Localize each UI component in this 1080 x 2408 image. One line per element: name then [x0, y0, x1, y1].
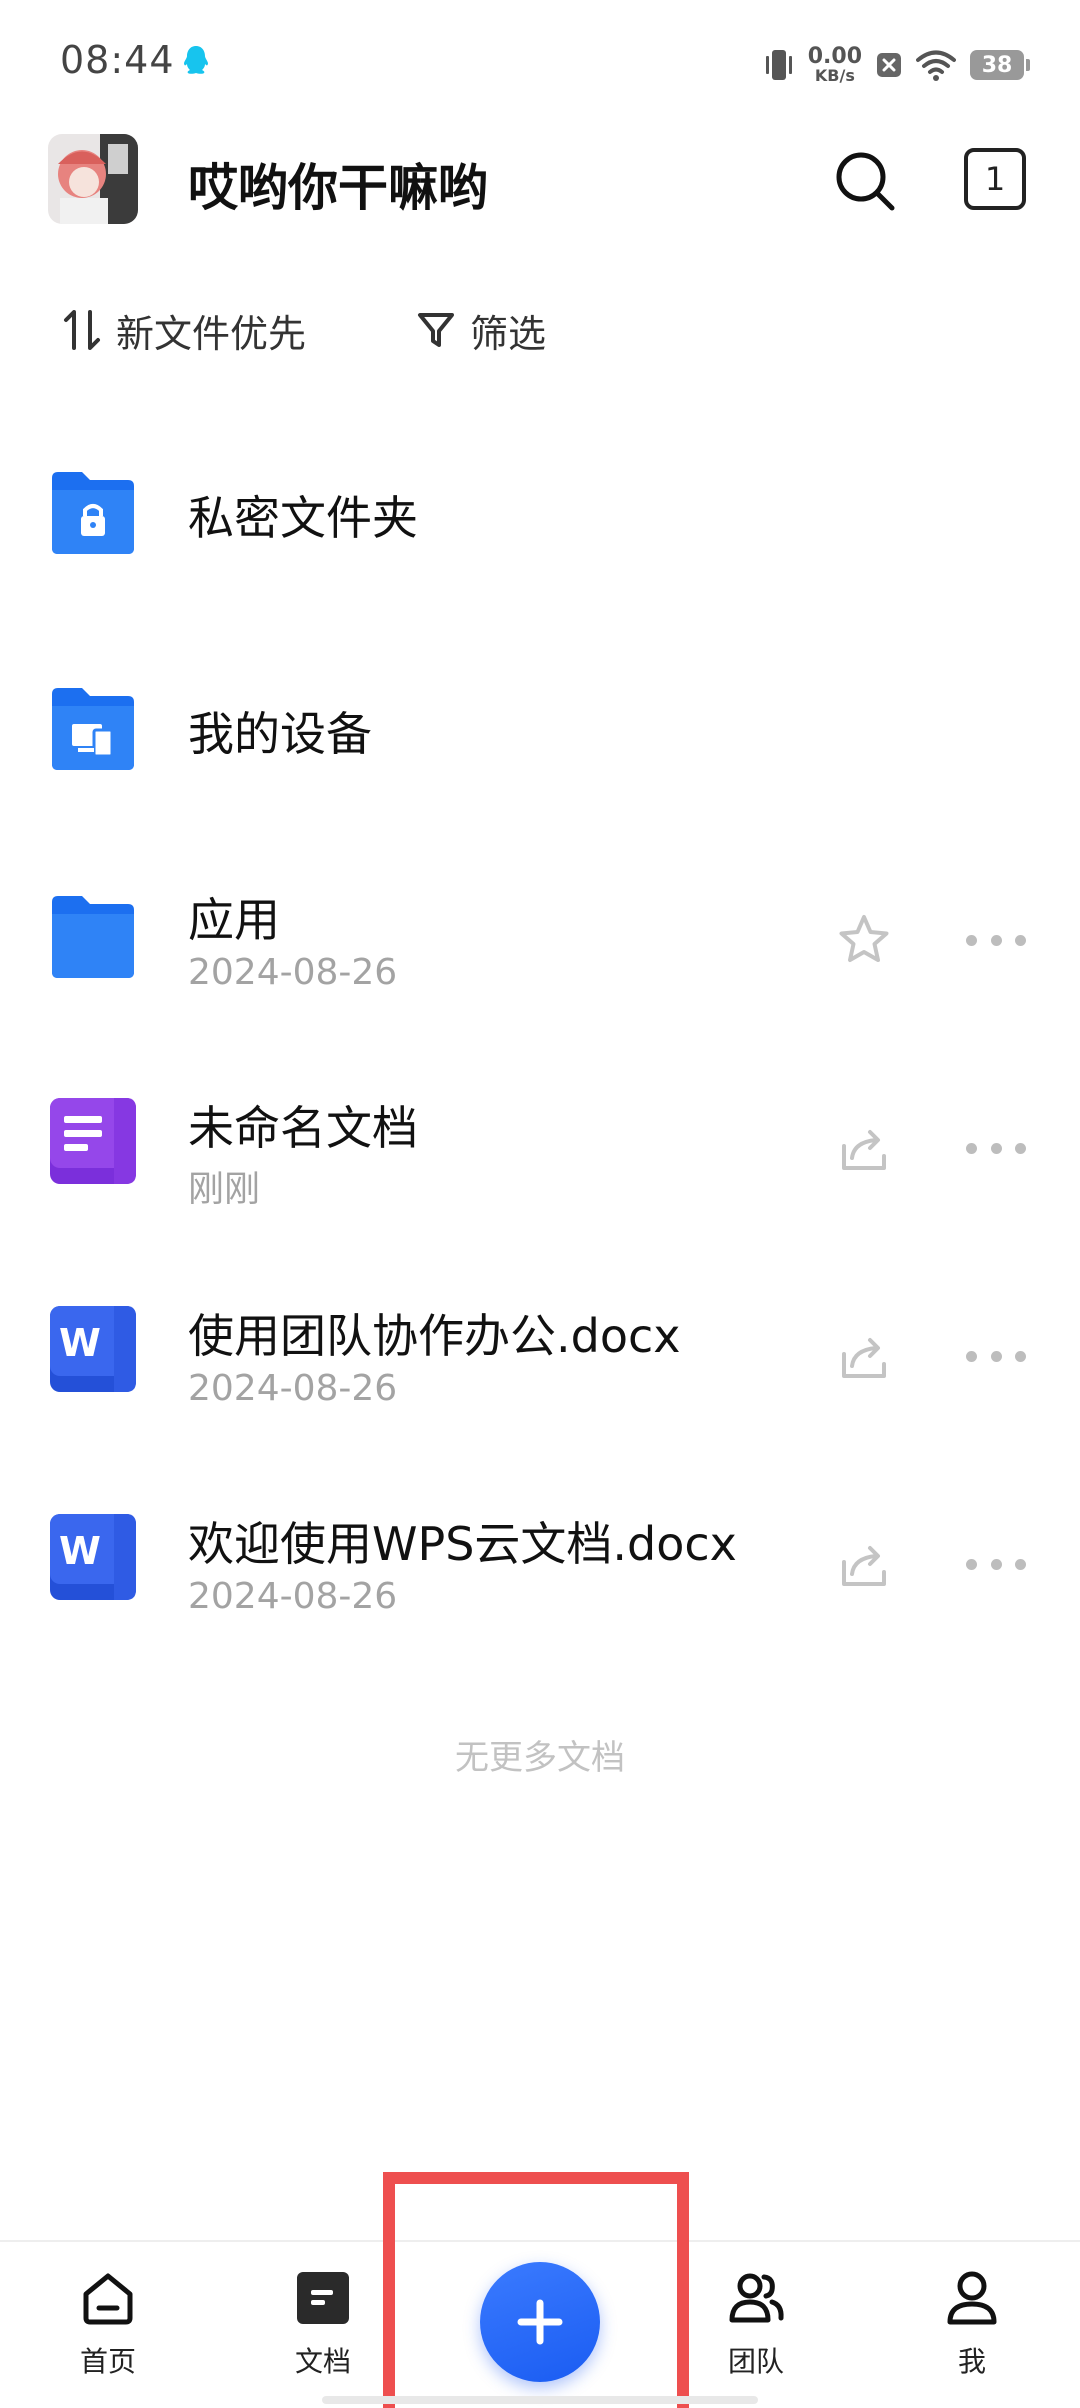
more-options-icon[interactable]: [966, 1554, 1026, 1574]
file-date: 刚刚: [188, 1169, 261, 1210]
file-name: 欢迎使用WPS云文档.docx: [188, 1517, 737, 1571]
list-item[interactable]: 私密文件夹: [0, 432, 1080, 592]
device-folder-icon: [52, 688, 134, 770]
list-item[interactable]: W 使用团队协作办公.docx 2024-08-26: [0, 1272, 1080, 1432]
folder-icon: [52, 896, 134, 978]
wifi-icon: [916, 50, 956, 81]
filter-label: 筛选: [470, 311, 547, 356]
filter-icon: [418, 313, 454, 347]
nav-documents[interactable]: 文档: [253, 2268, 393, 2398]
file-name: 使用团队协作办公.docx: [188, 1309, 681, 1363]
person-icon: [947, 2271, 997, 2325]
search-icon[interactable]: [832, 148, 898, 214]
sort-button[interactable]: 新文件优先: [62, 300, 306, 360]
share-icon[interactable]: [836, 1328, 892, 1384]
more-options-icon[interactable]: [966, 1346, 1026, 1366]
private-folder-icon: [52, 472, 134, 554]
end-of-list-hint: 无更多文档: [455, 1738, 625, 1778]
filter-button[interactable]: 筛选: [416, 300, 546, 360]
battery-icon: 38: [970, 50, 1030, 80]
net-speed-value: 0.00: [807, 44, 862, 69]
home-icon: [83, 2273, 133, 2325]
more-options-icon[interactable]: [966, 930, 1026, 950]
file-name: 未命名文档: [188, 1101, 418, 1155]
file-date: 2024-08-26: [188, 1576, 398, 1617]
word-icon: W: [50, 1514, 136, 1600]
share-icon[interactable]: [836, 1120, 892, 1176]
share-icon[interactable]: [836, 1536, 892, 1592]
team-icon: [729, 2273, 784, 2323]
highlight-annotation-box: [383, 2172, 689, 2408]
file-date: 2024-08-26: [188, 1368, 398, 1409]
file-date: 2024-08-26: [188, 952, 398, 993]
list-item[interactable]: 我的设备: [0, 648, 1080, 808]
list-item[interactable]: 应用 2024-08-26: [0, 856, 1080, 1016]
list-item[interactable]: 未命名文档 刚刚: [0, 1064, 1080, 1224]
user-name[interactable]: 哎哟你干嘛哟: [188, 148, 488, 220]
file-name: 私密文件夹: [188, 491, 418, 545]
home-indicator[interactable]: [322, 2396, 758, 2404]
nav-me[interactable]: 我: [902, 2268, 1042, 2398]
word-icon: W: [50, 1306, 136, 1392]
avatar[interactable]: [48, 134, 138, 224]
sort-label: 新文件优先: [116, 311, 307, 356]
file-name: 应用: [188, 893, 280, 947]
net-speed-unit: KB/s: [814, 66, 855, 85]
vibrate-icon: [765, 50, 792, 80]
qq-notification-icon: [184, 46, 208, 74]
nav-home[interactable]: 首页: [38, 2268, 178, 2398]
no-sim-icon: [877, 53, 901, 77]
sort-icon: [64, 310, 100, 350]
document-icon: [50, 1098, 136, 1184]
nav-me-label: 我: [957, 2345, 986, 2378]
list-item[interactable]: W 欢迎使用WPS云文档.docx 2024-08-26: [0, 1480, 1080, 1640]
word-letter: W: [59, 1321, 101, 1365]
word-letter: W: [59, 1529, 101, 1573]
file-name: 我的设备: [188, 707, 372, 761]
document-nav-icon: [297, 2272, 349, 2324]
tab-count-button[interactable]: 1: [964, 148, 1026, 210]
status-bar: 08:44 0.00 KB/s 38: [0, 0, 1080, 130]
avatar-image: [48, 134, 138, 224]
net-speed: 0.00 KB/s: [808, 46, 862, 84]
nav-team[interactable]: 团队: [686, 2268, 826, 2398]
nav-documents-label: 文档: [294, 2345, 351, 2378]
nav-team-label: 团队: [727, 2345, 784, 2378]
status-icons: 0.00 KB/s 38: [764, 40, 1030, 90]
star-icon[interactable]: [836, 912, 892, 968]
more-options-icon[interactable]: [966, 1138, 1026, 1158]
nav-home-label: 首页: [79, 2345, 136, 2378]
status-time: 08:44: [60, 38, 175, 82]
